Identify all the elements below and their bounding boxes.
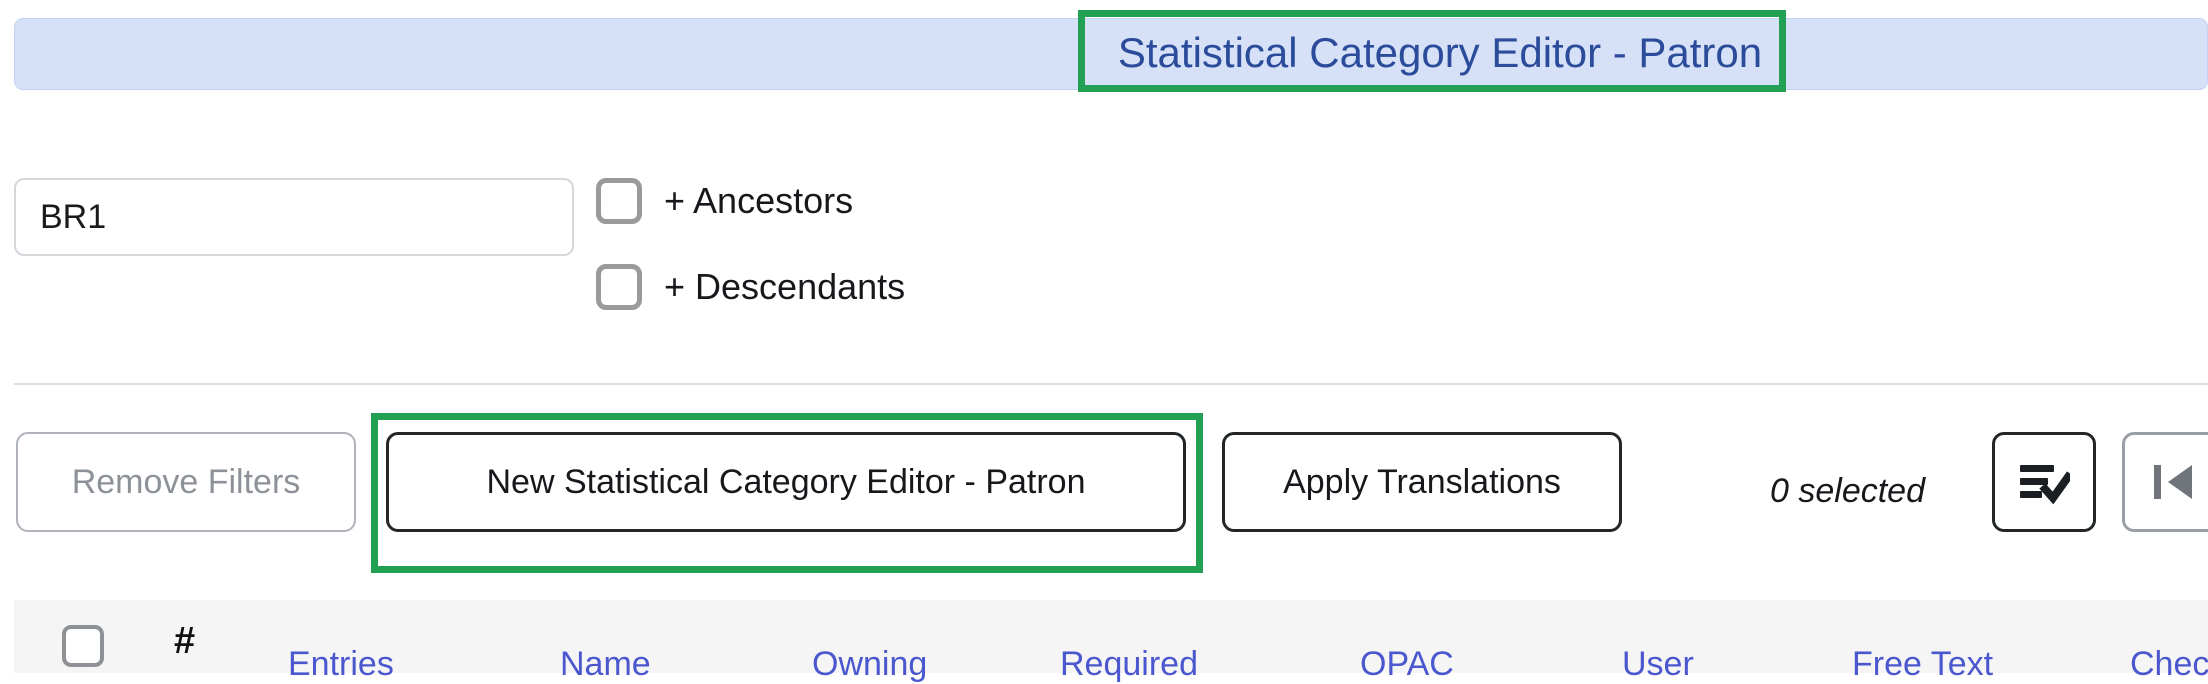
grid-toolbar: Remove Filters New Statistical Category … bbox=[0, 432, 2208, 552]
descendants-label: + Descendants bbox=[664, 266, 906, 307]
first-page-button[interactable] bbox=[2122, 432, 2208, 532]
selected-count-label: 0 selected bbox=[1770, 472, 1925, 510]
column-header-required[interactable]: Required bbox=[1060, 645, 1198, 684]
org-unit-filter-input[interactable] bbox=[14, 178, 574, 256]
toolbar-divider bbox=[14, 383, 2208, 385]
first-page-icon bbox=[2154, 465, 2192, 499]
new-statistical-category-editor-button[interactable]: New Statistical Category Editor - Patron bbox=[386, 432, 1186, 532]
select-all-checkbox[interactable] bbox=[62, 625, 104, 667]
page-title: Statistical Category Editor - Patron bbox=[1117, 29, 1763, 76]
ancestors-checkbox[interactable] bbox=[596, 178, 642, 224]
remove-filters-button[interactable]: Remove Filters bbox=[16, 432, 356, 532]
column-header-user[interactable]: User bbox=[1622, 645, 1694, 684]
column-header-free-text[interactable]: Free Text bbox=[1852, 645, 1993, 684]
column-header-entries[interactable]: Entries bbox=[288, 645, 394, 684]
descendants-checkbox[interactable] bbox=[596, 264, 642, 310]
ancestors-checkbox-row[interactable]: + Ancestors bbox=[596, 178, 853, 224]
apply-translations-button[interactable]: Apply Translations bbox=[1222, 432, 1622, 532]
column-picker-button[interactable] bbox=[1992, 432, 2096, 532]
list-check-icon bbox=[2020, 465, 2070, 505]
column-header-check[interactable]: Check bbox=[2130, 645, 2208, 684]
grid-header-row: # Entries Name Owning Required OPAC User Free … bbox=[14, 600, 2208, 683]
column-header-owning[interactable]: Owning bbox=[812, 645, 927, 684]
row-number-header: # bbox=[174, 620, 196, 662]
descendants-checkbox-row[interactable]: + Descendants bbox=[596, 264, 905, 310]
ancestors-label: + Ancestors bbox=[664, 180, 854, 221]
column-header-name[interactable]: Name bbox=[560, 645, 651, 684]
column-header-opac[interactable]: OPAC bbox=[1360, 645, 1454, 684]
